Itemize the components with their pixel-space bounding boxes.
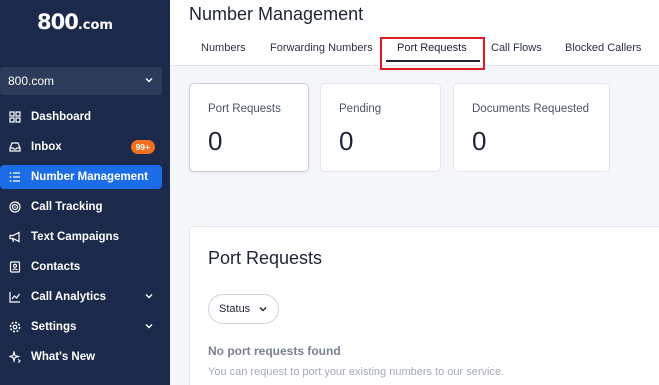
sidebar-item-text-campaigns[interactable]: Text Campaigns [0,225,170,249]
stat-value: 0 [339,126,354,156]
stat-label: Pending [339,103,382,115]
sidebar-item-contacts[interactable]: Contacts [0,255,170,279]
stat-card-port-requests[interactable]: Port Requests 0 [189,83,309,172]
stat-label: Port Requests [208,103,281,115]
status-filter-label: Status [219,303,251,315]
contact-card-icon [9,261,21,273]
empty-state-subtitle: You can request to port your existing nu… [208,366,505,378]
sidebar-item-label: Call Tracking [31,201,103,213]
sparkle-icon [9,351,21,363]
tab-forwarding-numbers[interactable]: Forwarding Numbers [270,42,373,54]
brand-logo[interactable]: 800.com [37,10,113,34]
list-icon [9,171,21,183]
page-header: Number Management Numbers Forwarding Num… [170,0,659,70]
stat-value: 0 [472,126,487,156]
target-icon [9,201,21,213]
sidebar-item-label: What's New [31,351,96,363]
sidebar-item-whats-new[interactable]: What's New [0,345,170,369]
inbox-count-badge: 99+ [130,140,155,154]
sidebar-item-label: Text Campaigns [31,231,119,243]
megaphone-icon [9,231,21,243]
sidebar-item-label: Settings [31,321,77,333]
chevron-down-icon [258,304,268,314]
stat-label: Documents Requested [472,103,589,115]
sidebar-item-number-management[interactable]: Number Management [0,165,162,189]
panel-title: Port Requests [208,248,323,268]
empty-state-title: No port requests found [208,344,341,358]
status-filter-button[interactable]: Status [208,294,279,324]
tab-blocked-callers[interactable]: Blocked Callers [565,42,641,54]
sidebar-item-call-tracking[interactable]: Call Tracking [0,195,170,219]
sidebar: 800.com 800.com Dashboard Inbox 99+ Numb… [0,0,170,385]
sidebar-item-call-analytics[interactable]: Call Analytics [0,285,170,309]
sidebar-item-label: Number Management [31,171,148,183]
stat-card-pending[interactable]: Pending 0 [320,83,441,172]
chart-line-icon [9,291,21,303]
sidebar-item-label: Contacts [31,261,81,273]
port-requests-panel: Port Requests Status No port requests fo… [189,226,659,385]
inbox-icon [9,141,21,153]
chevron-down-icon[interactable] [144,321,154,334]
tab-bar: Numbers Forwarding Numbers Port Requests… [170,37,659,70]
account-name: 800.com [8,74,55,88]
sidebar-item-label: Dashboard [31,111,92,123]
page-title: Number Management [189,4,364,24]
stat-card-documents-requested[interactable]: Documents Requested 0 [453,83,610,172]
tab-call-flows[interactable]: Call Flows [491,42,542,54]
tab-numbers[interactable]: Numbers [201,42,246,54]
stat-value: 0 [208,126,223,156]
sidebar-item-label: Call Analytics [31,291,106,303]
sidebar-item-label: Inbox [31,141,62,153]
grid-icon [9,111,21,123]
tab-highlight-box [380,37,485,70]
sidebar-nav: Dashboard Inbox 99+ Number Management Ca… [0,105,170,375]
chevron-down-icon[interactable] [144,291,154,304]
sidebar-item-settings[interactable]: Settings [0,315,170,339]
account-selector[interactable]: 800.com [0,67,162,95]
sidebar-item-dashboard[interactable]: Dashboard [0,105,170,129]
gear-icon [9,321,21,333]
sidebar-item-inbox[interactable]: Inbox 99+ [0,135,170,159]
main-content: Number Management Numbers Forwarding Num… [170,0,659,385]
chevron-down-icon [144,74,154,88]
